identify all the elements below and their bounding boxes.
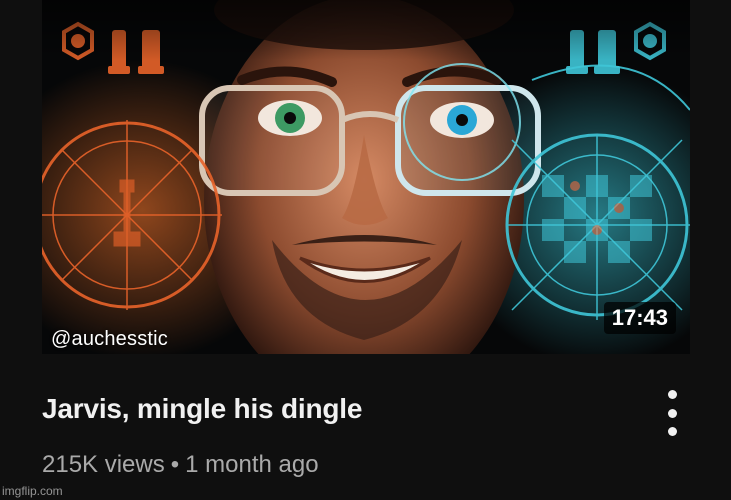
channel-handle: @auchesstic: [51, 328, 168, 350]
meta-separator: •: [170, 451, 180, 478]
more-options-icon[interactable]: [659, 390, 685, 436]
video-duration-badge: 17:43: [603, 302, 676, 334]
video-thumbnail[interactable]: @auchesstic 17:43: [42, 0, 690, 354]
video-title[interactable]: Jarvis, mingle his dingle: [42, 393, 362, 425]
thumbnail-artwork: [42, 0, 690, 354]
kebab-dot: [667, 390, 677, 399]
upload-age: 1 month ago: [185, 451, 319, 478]
kebab-dot: [667, 427, 677, 436]
video-metadata: 215K views • 1 month ago: [42, 451, 319, 479]
view-count: 215K views: [42, 451, 165, 478]
kebab-dot: [667, 408, 677, 418]
imgflip-watermark: imgflip.com: [2, 484, 63, 498]
